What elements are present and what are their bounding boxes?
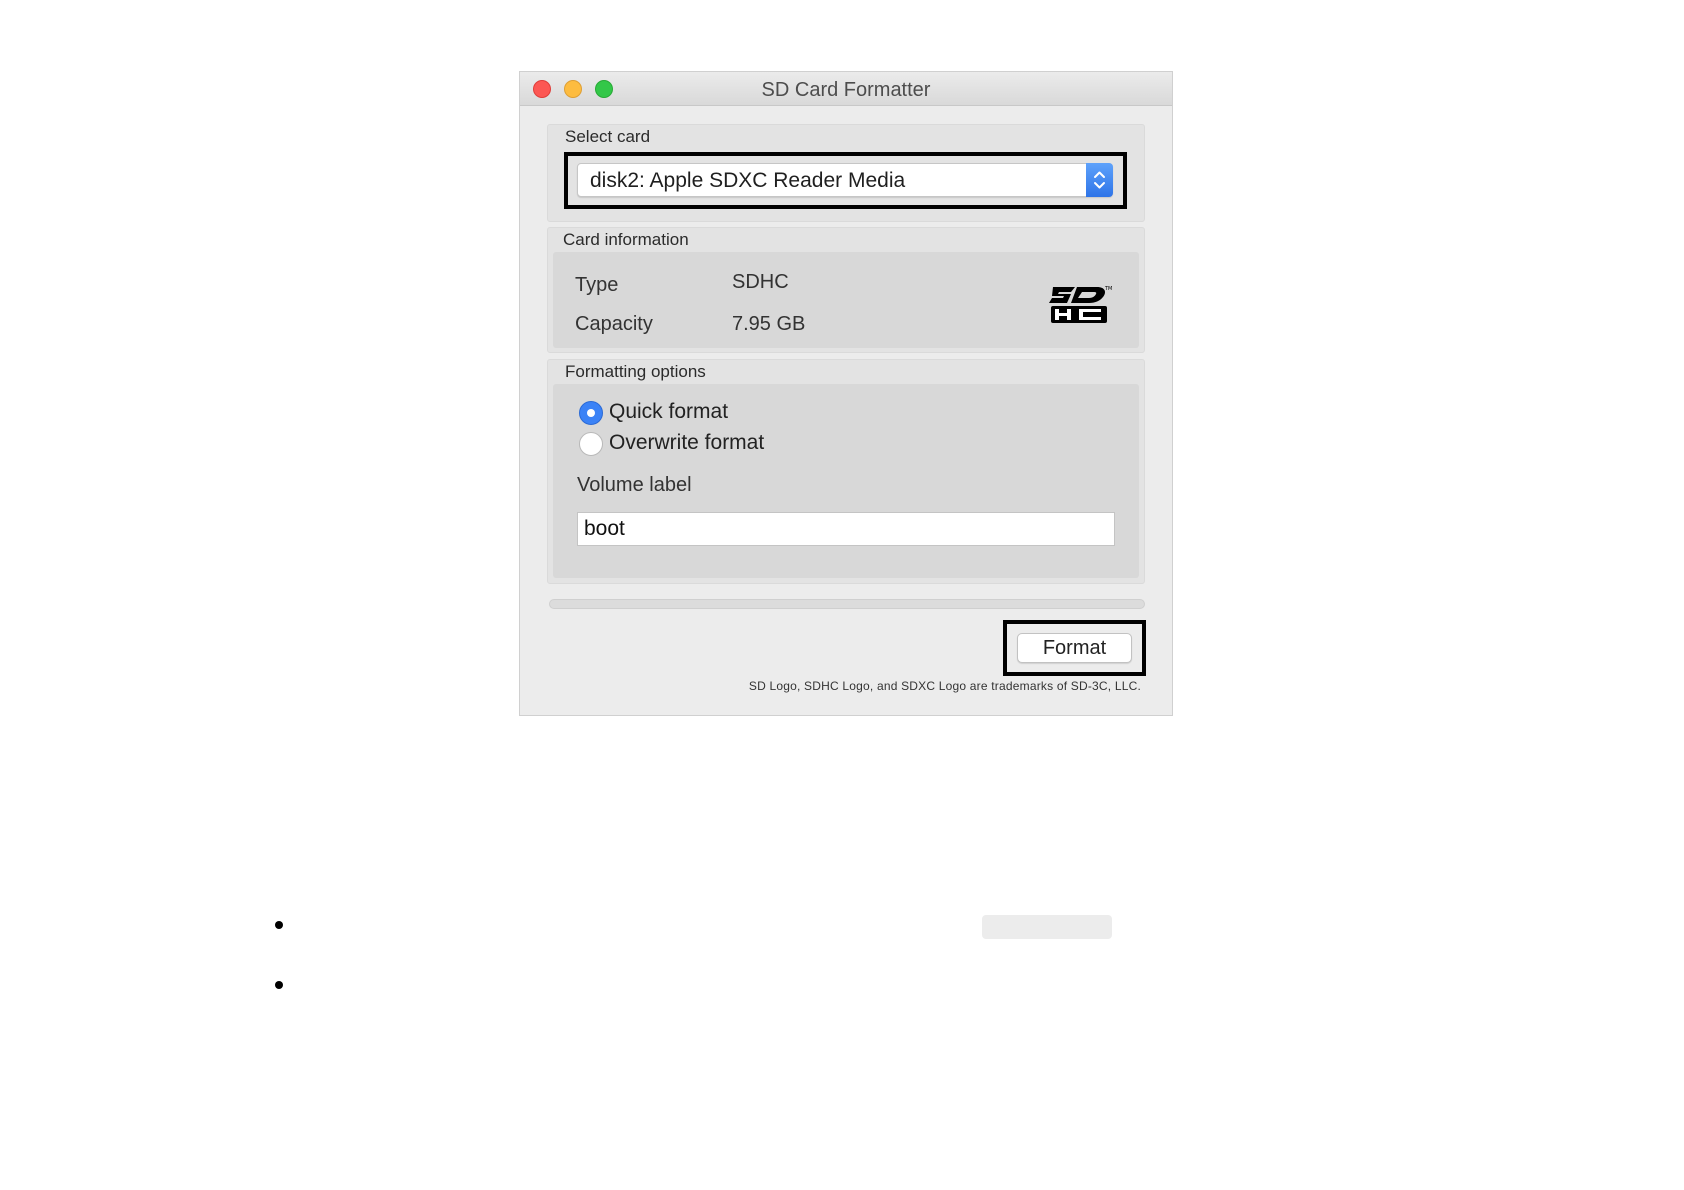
volume-label-title: Volume label <box>577 474 692 496</box>
format-button[interactable]: Format <box>1017 633 1132 663</box>
volume-label-input[interactable] <box>577 512 1115 546</box>
formatting-options-panel: Quick format Overwrite format Volume lab… <box>553 384 1139 578</box>
card-information-label: Card information <box>563 230 689 249</box>
card-information-panel: Type SDHC Capacity 7.95 GB TM <box>553 252 1139 348</box>
card-information-group: Card information Type SDHC Capacity 7.95… <box>547 227 1145 353</box>
formatting-options-group: Formatting options Quick format Overwrit… <box>547 359 1145 584</box>
card-select-dropdown[interactable]: disk2: Apple SDXC Reader Media <box>577 163 1113 197</box>
quick-format-label[interactable]: Quick format <box>609 400 728 424</box>
chevron-up-down-icon[interactable] <box>1086 163 1113 197</box>
capacity-label: Capacity <box>575 313 653 335</box>
type-value: SDHC <box>732 271 789 293</box>
svg-text:TM: TM <box>1104 286 1112 292</box>
card-select-value: disk2: Apple SDXC Reader Media <box>590 169 906 192</box>
type-label: Type <box>575 274 619 296</box>
sdhc-logo-icon: TM <box>1049 283 1113 330</box>
formatting-options-label: Formatting options <box>565 362 706 381</box>
trademark-note: SD Logo, SDHC Logo, and SDXC Logo are tr… <box>748 679 1141 693</box>
overwrite-format-label[interactable]: Overwrite format <box>609 431 764 455</box>
window-title: SD Card Formatter <box>761 79 931 101</box>
overwrite-format-radio[interactable] <box>579 432 603 456</box>
format-button-highlight: Format <box>1003 620 1146 676</box>
list-bullet <box>275 921 283 929</box>
capacity-value: 7.95 GB <box>732 313 806 335</box>
select-card-label: Select card <box>565 127 651 146</box>
progress-bar <box>549 599 1145 609</box>
select-card-highlight: disk2: Apple SDXC Reader Media <box>564 152 1127 209</box>
list-bullet <box>275 981 283 989</box>
quick-format-radio[interactable] <box>579 401 603 425</box>
inline-placeholder <box>982 915 1112 939</box>
title-bar[interactable]: SD Card Formatter <box>520 72 1172 106</box>
sd-card-formatter-window: SD Card Formatter Select card disk2: App… <box>519 71 1173 716</box>
